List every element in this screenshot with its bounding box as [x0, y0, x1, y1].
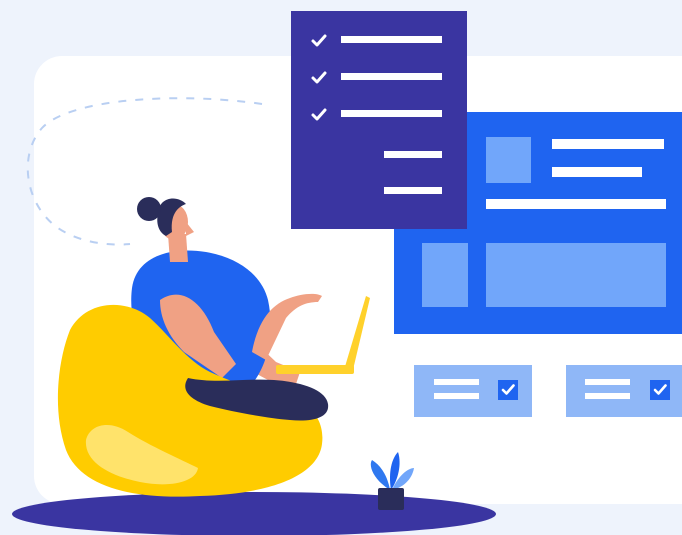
checklist-line [341, 36, 442, 43]
floor-shadow [12, 492, 496, 535]
checklist-line [341, 110, 442, 117]
illustration-scene [0, 0, 682, 535]
mini-card [414, 365, 532, 417]
dashboard-thumb-tile [486, 137, 531, 183]
mini-card [566, 365, 682, 417]
checklist-line [341, 73, 442, 80]
dashboard-text-line [486, 199, 666, 209]
checklist-line [384, 187, 442, 194]
dashboard-side-tile [422, 243, 468, 307]
dashboard-text-line [552, 167, 642, 177]
plant-pot [378, 488, 404, 510]
checklist-line [384, 151, 442, 158]
dashboard-main-tile [486, 243, 666, 307]
hair-bun [137, 197, 161, 221]
checklist-panel [291, 11, 467, 229]
dashboard-text-line [552, 139, 664, 149]
